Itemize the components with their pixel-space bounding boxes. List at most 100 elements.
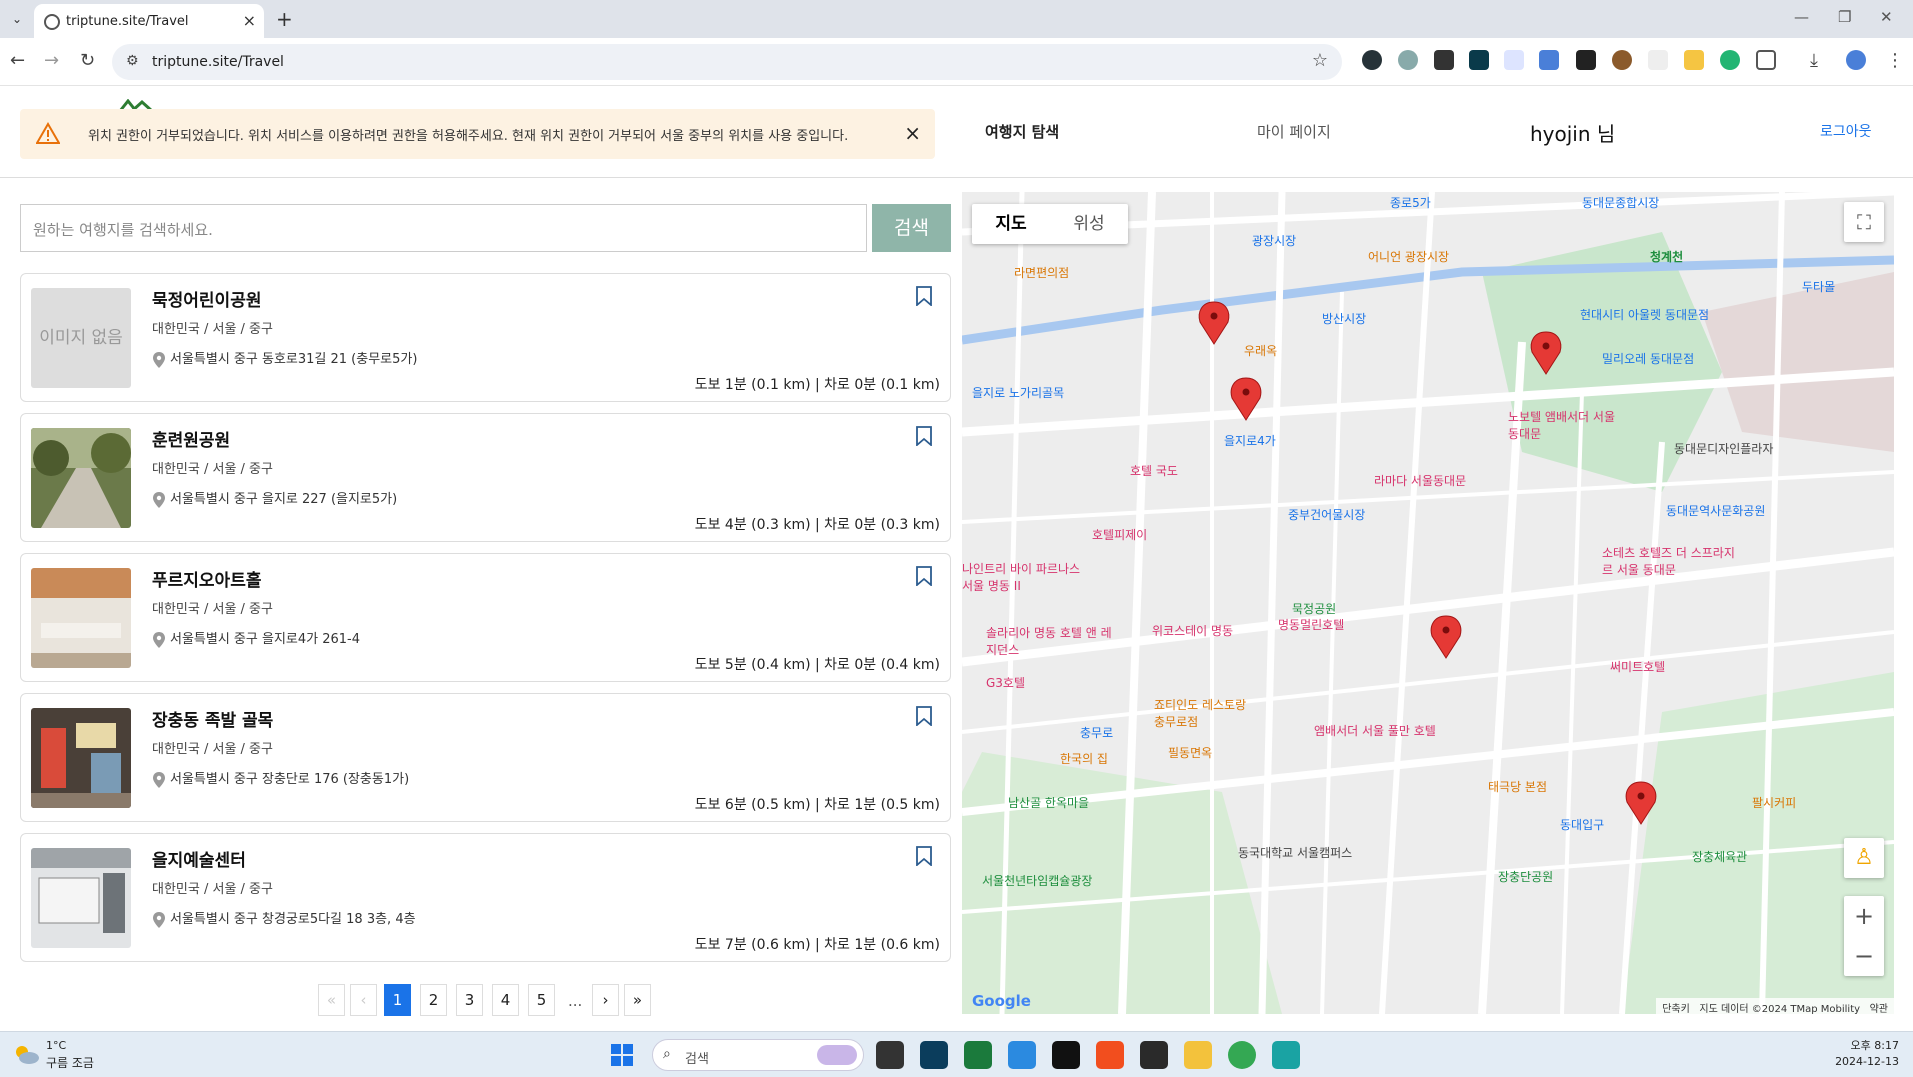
map-label[interactable]: 을지로 노가리골목 [972, 384, 1064, 401]
bookmark-icon[interactable] [916, 706, 932, 726]
map-label[interactable]: 솔라리아 명동 호텔 앤 레지던스 [986, 624, 1116, 658]
vscode-icon[interactable] [1008, 1041, 1036, 1069]
chrome-icon[interactable] [1228, 1041, 1256, 1069]
map-label[interactable]: 동국대학교 서울캠퍼스 [1238, 844, 1352, 861]
page-next-button[interactable]: › [592, 984, 619, 1016]
bookmark-icon[interactable] [916, 566, 932, 586]
place-card[interactable]: 이미지 없음 묵정어린이공원 대한민국 / 서울 / 중구 서울특별시 중구 동… [20, 273, 951, 402]
search-button[interactable]: 검색 [872, 204, 951, 252]
weather-temp[interactable]: 1°C [46, 1039, 66, 1052]
map-label[interactable]: 호텔피제이 [1092, 526, 1147, 543]
place-card[interactable]: 푸르지오아트홀 대한민국 / 서울 / 중구 서울특별시 중구 을지로4가 26… [20, 553, 951, 682]
map-label[interactable]: 동대입구 [1560, 816, 1604, 833]
weather-desc[interactable]: 구름 조금 [46, 1054, 94, 1071]
extension-icon[interactable] [1504, 50, 1524, 70]
page-button[interactable]: 4 [492, 984, 519, 1016]
place-card[interactable]: 훈련원공원 대한민국 / 서울 / 중구 서울특별시 중구 을지로 227 (을… [20, 413, 951, 542]
map-label[interactable]: 써미트호텔 [1610, 658, 1665, 675]
nav-mypage[interactable]: 마이 페이지 [1257, 121, 1331, 142]
search-input[interactable]: 원하는 여행지를 검색하세요. [20, 204, 867, 252]
map-label[interactable]: 을지로4가 [1224, 432, 1276, 449]
page-button[interactable]: 3 [456, 984, 483, 1016]
profile-avatar-icon[interactable] [1846, 50, 1866, 70]
map-label[interactable]: 라마다 서울동대문 [1374, 472, 1466, 489]
menu-icon[interactable]: ⋮ [1886, 50, 1904, 71]
map-label[interactable]: 종로5가 [1390, 194, 1431, 211]
map-label[interactable]: 동대문디자인플라자 [1674, 440, 1773, 457]
extension-icon[interactable] [1576, 50, 1596, 70]
map-label[interactable]: 소테츠 호텔즈 더 스프라지르 서울 동대문 [1602, 544, 1742, 578]
tab-close-icon[interactable]: × [243, 11, 256, 30]
zoom-out-icon[interactable]: − [1844, 936, 1884, 976]
map-label[interactable]: 장충체육관 [1692, 848, 1747, 865]
fullscreen-icon[interactable]: ⛶ [1844, 202, 1884, 242]
extension-icon[interactable] [1648, 50, 1668, 70]
reload-icon[interactable]: ↻ [80, 50, 95, 71]
windows-start-icon[interactable] [610, 1043, 634, 1067]
page-button[interactable]: 2 [420, 984, 447, 1016]
sticky-notes-icon[interactable] [1140, 1041, 1168, 1069]
map-view[interactable]: 지도 위성 ⛶ ♙ + − 종로5가 동대문종합시장 광장시장 어니언 광장시장 … [962, 192, 1894, 1014]
restore-icon[interactable]: ❐ [1838, 8, 1851, 26]
map-label[interactable]: 죠티인도 레스토랑 충무로점 [1154, 696, 1254, 730]
map-type-satellite-button[interactable]: 위성 [1050, 204, 1128, 244]
extensions-puzzle-icon[interactable] [1756, 50, 1776, 70]
map-label[interactable]: 명동멀린호텔 [1278, 616, 1344, 633]
browser-tab[interactable]: triptune.site/Travel × [34, 4, 264, 38]
map-label[interactable]: 동대문종합시장 [1582, 194, 1659, 211]
extension-icon[interactable] [1362, 50, 1382, 70]
map-label[interactable]: 나인트리 바이 파르나스 서울 명동 II [962, 560, 1082, 594]
back-icon[interactable]: ← [10, 50, 25, 71]
task-view-icon[interactable] [876, 1041, 904, 1069]
place-title[interactable]: 푸르지오아트홀 [152, 566, 261, 591]
minimize-icon[interactable]: — [1794, 8, 1809, 26]
address-bar[interactable]: ⚙ triptune.site/Travel ☆ [112, 44, 1342, 80]
file-explorer-icon[interactable] [1184, 1041, 1212, 1069]
street-view-pegman-icon[interactable]: ♙ [1844, 838, 1884, 878]
pycharm-icon[interactable] [964, 1041, 992, 1069]
place-title[interactable]: 을지예술센터 [152, 846, 246, 871]
place-card[interactable]: 을지예술센터 대한민국 / 서울 / 중구 서울특별시 중구 창경궁로5다길 1… [20, 833, 951, 962]
place-card[interactable]: 장충동 족발 골목 대한민국 / 서울 / 중구 서울특별시 중구 장충단로 1… [20, 693, 951, 822]
bookmark-icon[interactable] [916, 426, 932, 446]
notion-icon[interactable] [1052, 1041, 1080, 1069]
page-prev-button[interactable]: ‹ [350, 984, 377, 1016]
page-last-button[interactable]: » [624, 984, 651, 1016]
map-label[interactable]: 밀리오레 동대문점 [1602, 350, 1694, 367]
system-clock[interactable]: 오후 8:17 2024-12-13 [1835, 1038, 1899, 1070]
map-label[interactable]: 호텔 국도 [1130, 462, 1178, 479]
extension-icon[interactable] [1684, 50, 1704, 70]
map-label[interactable]: 어니언 광장시장 [1368, 248, 1449, 265]
map-label[interactable]: 청계천 [1650, 248, 1683, 265]
map-label[interactable]: 위코스테이 명동 [1152, 622, 1233, 639]
map-label[interactable]: 충무로 [1080, 724, 1113, 741]
zoom-in-icon[interactable]: + [1844, 896, 1884, 936]
map-label[interactable]: 방산시장 [1322, 310, 1366, 327]
editor-app-icon[interactable] [1272, 1041, 1300, 1069]
extension-icon[interactable] [1539, 50, 1559, 70]
download-icon[interactable]: ⤓ [1810, 50, 1818, 71]
map-label[interactable]: 라면편의점 [1014, 264, 1069, 281]
page-first-button[interactable]: « [318, 984, 345, 1016]
extension-icon[interactable] [1398, 50, 1418, 70]
map-label[interactable]: 태극당 본점 [1488, 778, 1547, 795]
map-label[interactable]: 동대문역사문화공원 [1666, 502, 1765, 519]
map-label[interactable]: 현대시티 아울렛 동대문점 [1580, 306, 1709, 323]
map-label[interactable]: 장충단공원 [1498, 868, 1553, 885]
map-label[interactable]: 한국의 집 [1060, 750, 1108, 767]
map-label[interactable]: G3호텔 [986, 674, 1025, 691]
map-label[interactable]: 노보텔 앰배서더 서울 동대문 [1508, 408, 1628, 442]
forward-icon[interactable]: → [44, 50, 59, 71]
extension-icon[interactable] [1720, 50, 1740, 70]
map-label[interactable]: 팔시커피 [1752, 794, 1796, 811]
map-label[interactable]: 필동면옥 [1168, 744, 1212, 761]
map-type-map-button[interactable]: 지도 [972, 204, 1050, 244]
weather-icon[interactable] [12, 1042, 40, 1066]
map-shortcuts-link[interactable]: 단축키 [1662, 1004, 1690, 1014]
webstorm-icon[interactable] [920, 1041, 948, 1069]
bookmark-icon[interactable] [916, 846, 932, 866]
place-title[interactable]: 묵정어린이공원 [152, 286, 261, 311]
bookmark-star-icon[interactable]: ☆ [1312, 50, 1328, 71]
place-title[interactable]: 장충동 족발 골목 [152, 706, 273, 731]
bookmark-icon[interactable] [916, 286, 932, 306]
